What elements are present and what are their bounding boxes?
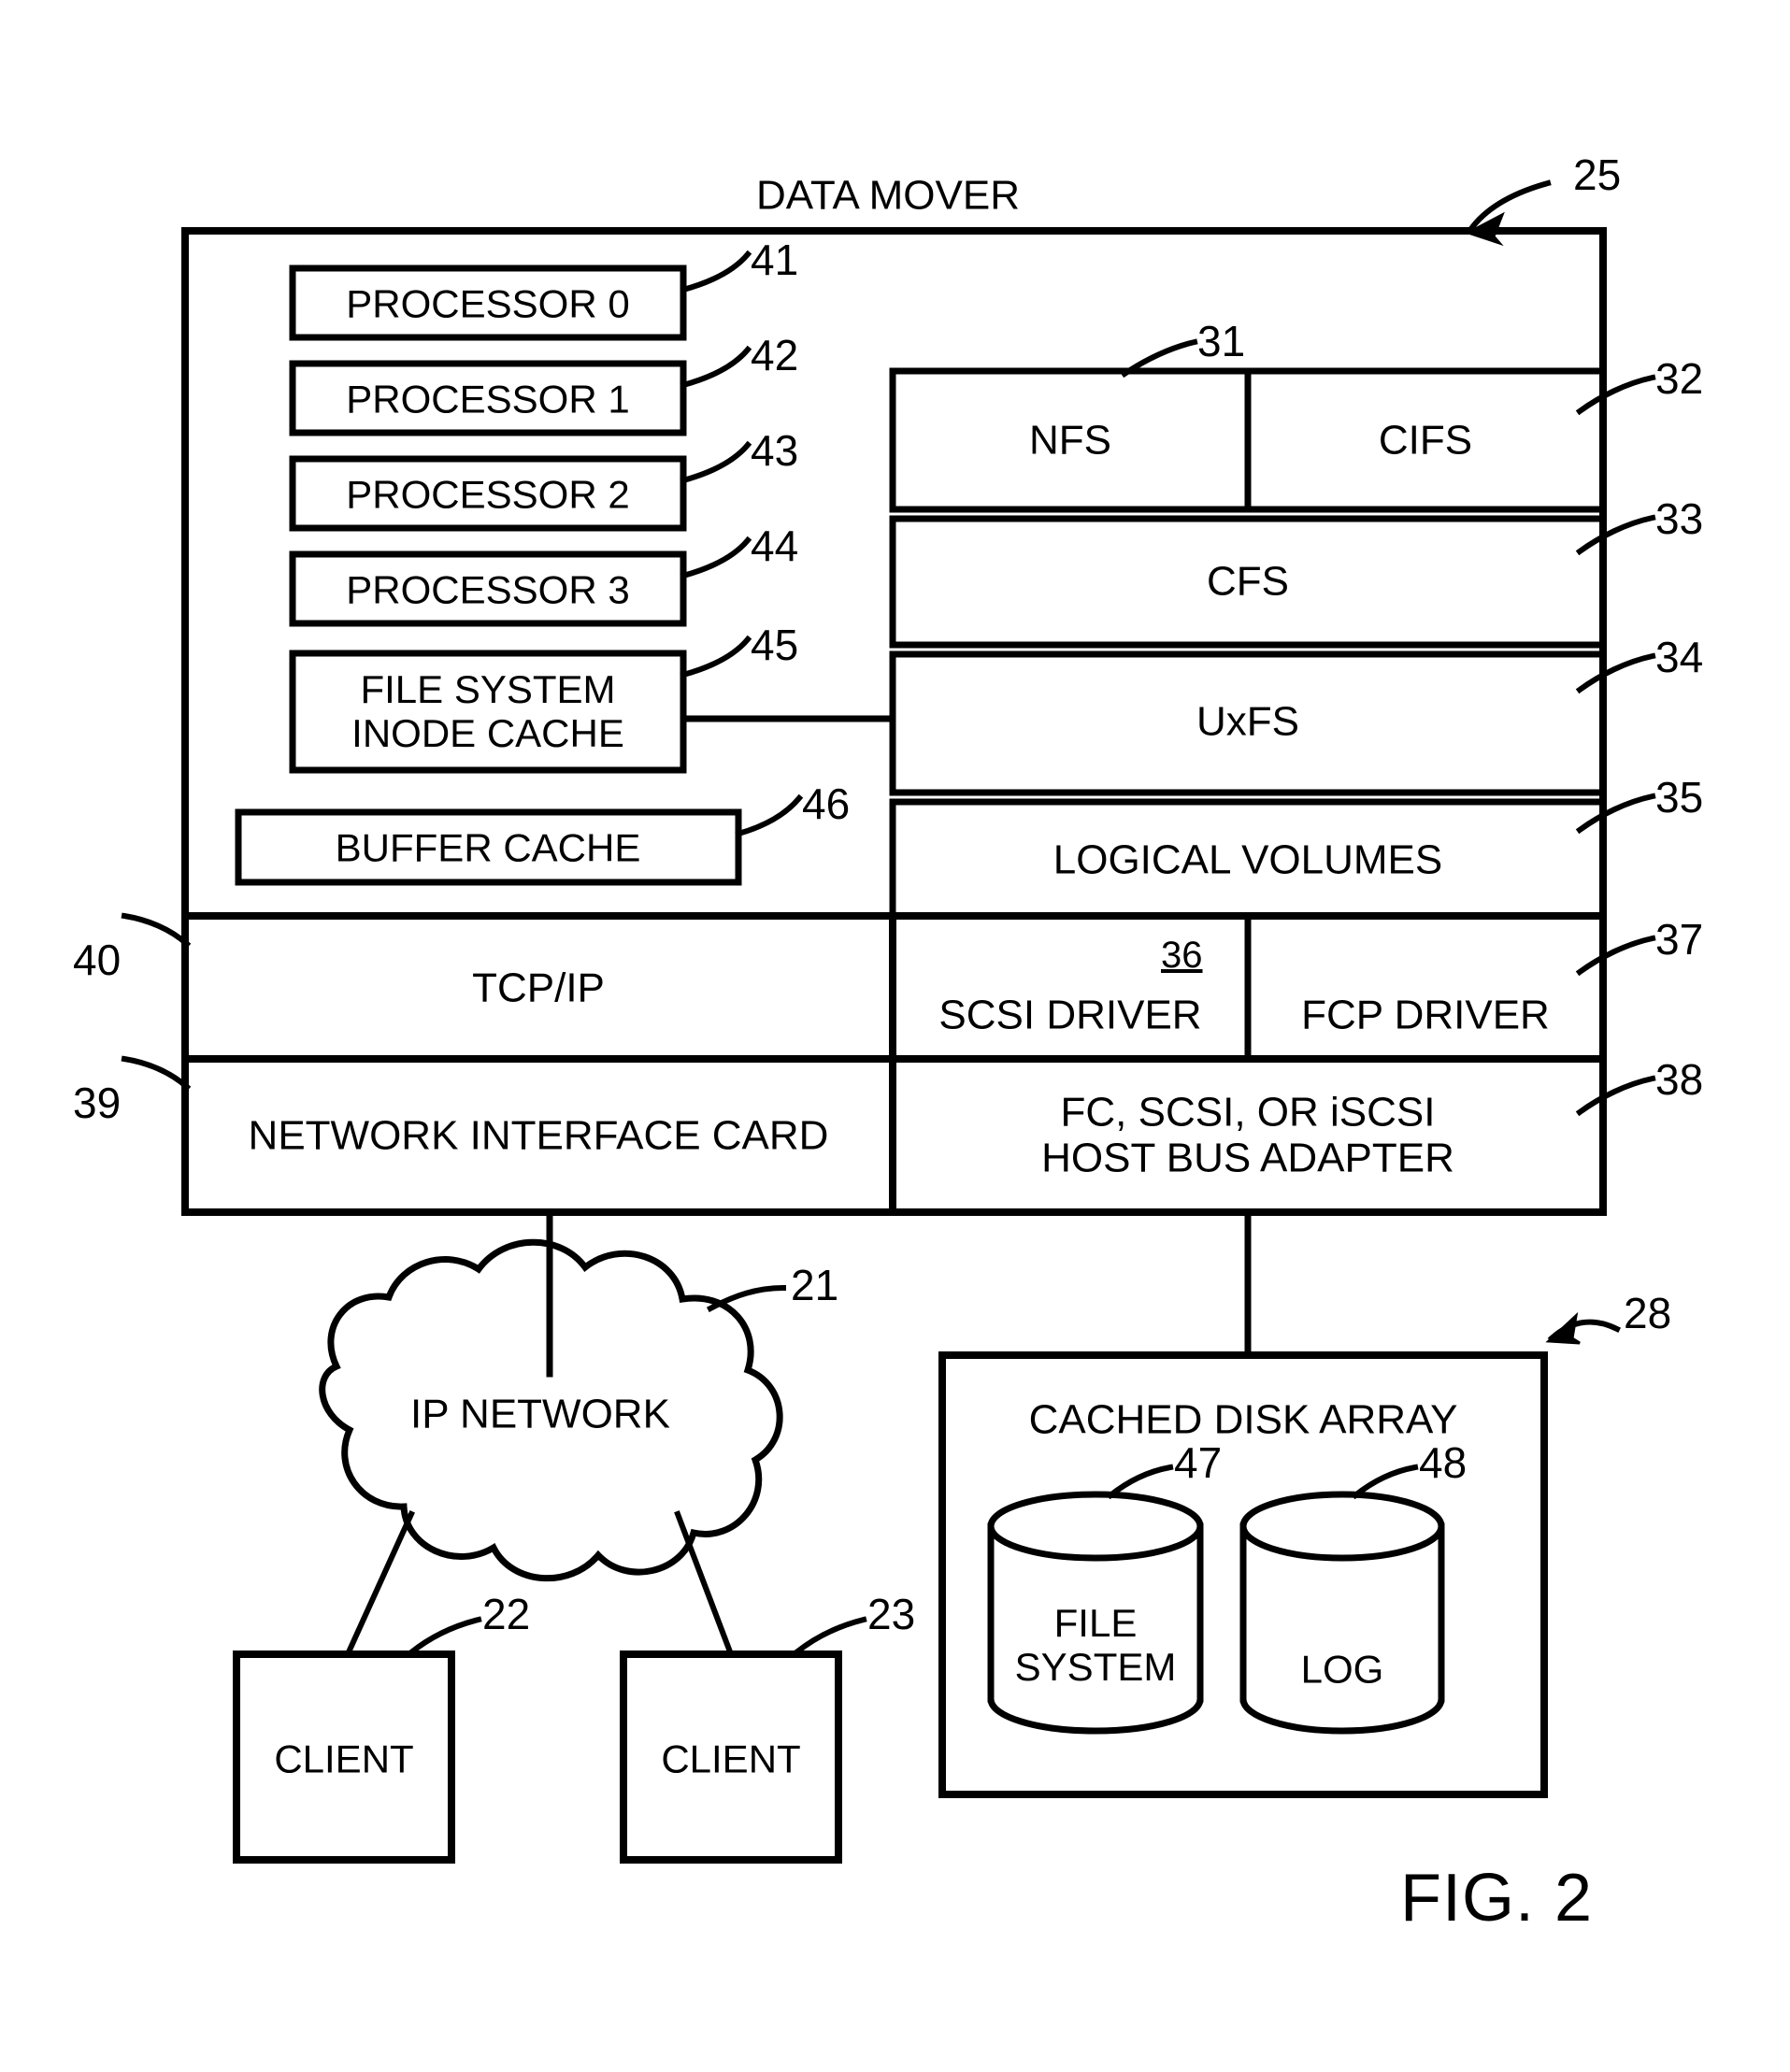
processor-2-label: PROCESSOR 2 (346, 472, 630, 517)
ref-37: 37 (1655, 915, 1704, 964)
log-cylinder (1239, 1491, 1445, 1735)
lead-23 (792, 1616, 867, 1657)
cifs-label: CIFS (1378, 417, 1473, 464)
ref-21: 21 (791, 1261, 839, 1309)
lead-22 (407, 1616, 482, 1657)
buffer-cache-label: BUFFER CACHE (335, 825, 641, 870)
lead-32 (1575, 374, 1656, 416)
lead-38 (1575, 1075, 1656, 1117)
fcp-driver-label: FCP DRIVER (1301, 992, 1550, 1038)
lead-34 (1575, 652, 1656, 694)
ref-46: 46 (802, 779, 851, 828)
ref-41: 41 (751, 236, 799, 284)
lead-40 (121, 912, 192, 949)
tcpip-label: TCP/IP (472, 965, 605, 1011)
ip-network-label: IP NETWORK (410, 1391, 670, 1437)
lead-46 (735, 793, 804, 837)
figure-number-label: FIG. 2 (1400, 1861, 1594, 1936)
scsi-driver-label: SCSI DRIVER (938, 992, 1202, 1038)
lead-33 (1575, 514, 1656, 556)
ref-28: 28 (1624, 1289, 1672, 1337)
ref-44: 44 (751, 522, 799, 570)
ref-33: 33 (1655, 494, 1704, 543)
ref-23: 23 (867, 1590, 916, 1638)
lead-42 (680, 345, 752, 389)
log-volume-label: LOG (1300, 1647, 1384, 1692)
ref-48: 48 (1419, 1438, 1468, 1487)
patent-figure: DATA MOVER 25 PROCESSOR 0 41 PROCESSOR 1… (0, 0, 1790, 2072)
lead-41 (680, 250, 752, 293)
host-bus-adapter-label: FC, SCSI, OR iSCSI HOST BUS ADAPTER (1041, 1089, 1454, 1181)
lead-43 (680, 440, 752, 484)
ref-34: 34 (1655, 633, 1704, 681)
lead-25-arrowhead (1465, 211, 1505, 247)
ref-47: 47 (1174, 1438, 1223, 1487)
lead-28-arrowhead (1545, 1311, 1581, 1345)
nic-label: NETWORK INTERFACE CARD (248, 1112, 829, 1159)
lead-45 (680, 635, 752, 679)
ref-45: 45 (751, 621, 799, 669)
uxfs-label: UxFS (1196, 698, 1299, 745)
processor-0-label: PROCESSOR 0 (346, 281, 630, 326)
client-23-label: CLIENT (661, 1736, 801, 1781)
cloud-to-client-22 (344, 1510, 415, 1658)
lead-48 (1351, 1464, 1419, 1500)
ref-36: 36 (1161, 935, 1203, 976)
file-system-volume-label: FILE SYSTEM (1014, 1600, 1177, 1689)
logical-volumes-label: LOGICAL VOLUMES (1053, 836, 1443, 883)
processor-1-label: PROCESSOR 1 (346, 377, 630, 422)
ref-43: 43 (751, 426, 799, 475)
ref-22: 22 (482, 1590, 531, 1638)
ref-25: 25 (1573, 150, 1622, 199)
data-mover-title: DATA MOVER (756, 172, 1020, 219)
nfs-label: NFS (1029, 417, 1111, 464)
ref-32: 32 (1655, 354, 1704, 403)
lead-39 (121, 1055, 192, 1092)
lead-44 (680, 536, 752, 579)
cached-disk-array-label: CACHED DISK ARRAY (1028, 1396, 1458, 1443)
cfs-label: CFS (1207, 558, 1289, 605)
inode-cache-label: FILE SYSTEM INODE CACHE (351, 666, 624, 755)
ref-39: 39 (73, 1079, 122, 1127)
ref-42: 42 (751, 331, 799, 379)
ref-35: 35 (1655, 773, 1704, 822)
ref-31: 31 (1197, 317, 1246, 365)
lead-47 (1106, 1464, 1174, 1500)
processor-3-label: PROCESSOR 3 (346, 567, 630, 612)
ref-38: 38 (1655, 1055, 1704, 1104)
client-22-label: CLIENT (274, 1736, 414, 1781)
ref-40: 40 (73, 936, 122, 984)
lead-25 (1466, 179, 1552, 235)
lead-21 (706, 1284, 787, 1313)
lead-37 (1575, 935, 1656, 977)
